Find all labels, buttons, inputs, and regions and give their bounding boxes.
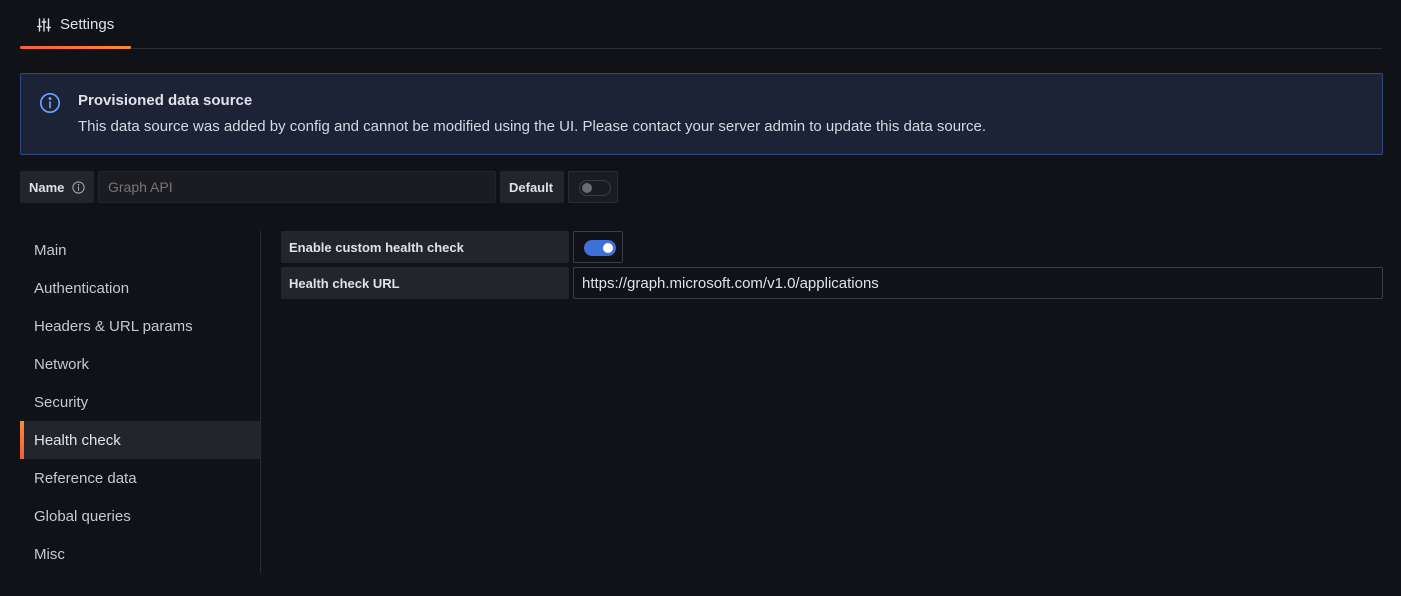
default-label-text: Default xyxy=(509,179,554,195)
name-label-text: Name xyxy=(29,179,65,195)
datasource-settings-page: Settings Provisioned data source This da… xyxy=(0,0,1401,596)
info-circle-icon xyxy=(39,92,61,114)
sidebar-item-reference-data[interactable]: Reference data xyxy=(20,459,260,497)
settings-sidebar: Main Authentication Headers & URL params… xyxy=(20,231,261,573)
name-input[interactable] xyxy=(98,171,496,203)
tab-settings[interactable]: Settings xyxy=(20,0,131,49)
info-icon[interactable] xyxy=(72,181,85,194)
sidebar-item-authentication[interactable]: Authentication xyxy=(20,269,260,307)
health-check-toggle-container xyxy=(573,231,623,263)
toggle-knob xyxy=(582,183,592,193)
tab-settings-label: Settings xyxy=(60,15,115,33)
default-label: Default xyxy=(500,171,564,203)
enable-health-check-label: Enable custom health check xyxy=(281,231,569,263)
sidebar-item-label: Headers & URL params xyxy=(34,317,193,335)
sidebar-item-label: Main xyxy=(34,241,67,259)
default-toggle[interactable] xyxy=(579,180,611,196)
sliders-icon xyxy=(37,18,51,32)
sidebar-item-headers-url-params[interactable]: Headers & URL params xyxy=(20,307,260,345)
sidebar-item-security[interactable]: Security xyxy=(20,383,260,421)
provisioned-alert: Provisioned data source This data source… xyxy=(20,73,1383,155)
health-check-url-input[interactable] xyxy=(573,267,1383,299)
sidebar-item-label: Security xyxy=(34,393,89,411)
default-toggle-container xyxy=(568,171,618,203)
sidebar-item-global-queries[interactable]: Global queries xyxy=(20,497,260,535)
sidebar-item-label: Health check xyxy=(34,431,121,449)
name-label: Name xyxy=(20,171,94,203)
sidebar-item-label: Misc xyxy=(34,545,65,563)
sidebar-item-label: Network xyxy=(34,355,90,373)
sidebar-item-main[interactable]: Main xyxy=(20,231,260,269)
sidebar-item-misc[interactable]: Misc xyxy=(20,535,260,573)
alert-title: Provisioned data source xyxy=(78,92,253,109)
tab-bar: Settings xyxy=(20,0,1382,49)
health-check-url-label: Health check URL xyxy=(281,267,569,299)
enable-health-check-label-text: Enable custom health check xyxy=(289,239,464,255)
sidebar-item-health-check[interactable]: Health check xyxy=(20,421,260,459)
health-check-url-label-text: Health check URL xyxy=(289,275,400,291)
sidebar-item-network[interactable]: Network xyxy=(20,345,260,383)
alert-message: This data source was added by config and… xyxy=(78,118,987,135)
sidebar-item-label: Global queries xyxy=(34,507,131,525)
sidebar-item-label: Reference data xyxy=(34,469,137,487)
enable-health-check-toggle[interactable] xyxy=(584,240,616,256)
toggle-knob xyxy=(603,243,613,253)
sidebar-item-label: Authentication xyxy=(34,279,130,297)
